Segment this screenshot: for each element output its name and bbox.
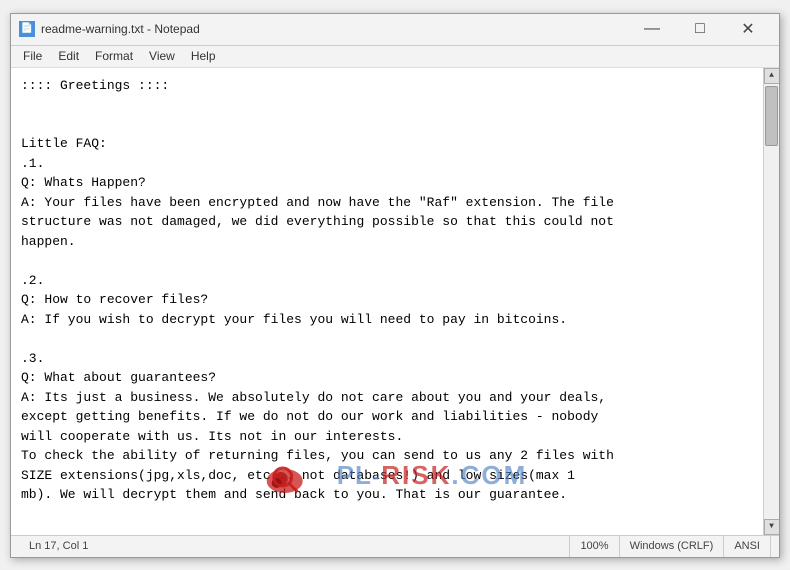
notepad-window: 📄 readme-warning.txt - Notepad — □ ✕ Fil… — [10, 13, 780, 558]
window-controls: — □ ✕ — [629, 14, 771, 44]
line-endings: Windows (CRLF) — [620, 536, 725, 557]
menu-format[interactable]: Format — [87, 47, 141, 65]
menu-edit[interactable]: Edit — [50, 47, 87, 65]
menu-file[interactable]: File — [15, 47, 50, 65]
status-bar: Ln 17, Col 1 100% Windows (CRLF) ANSI — [11, 535, 779, 557]
scroll-track[interactable] — [764, 84, 779, 519]
minimize-button[interactable]: — — [629, 14, 675, 44]
menu-help[interactable]: Help — [183, 47, 224, 65]
close-button[interactable]: ✕ — [725, 14, 771, 44]
cursor-position: Ln 17, Col 1 — [19, 536, 570, 557]
content-area: :::: Greetings :::: Little FAQ: .1. Q: W… — [11, 68, 779, 535]
maximize-button[interactable]: □ — [677, 14, 723, 44]
window-title: readme-warning.txt - Notepad — [41, 22, 629, 36]
scroll-thumb[interactable] — [765, 86, 778, 146]
scroll-down-button[interactable]: ▼ — [764, 519, 780, 535]
encoding: ANSI — [724, 536, 771, 557]
text-editor[interactable]: :::: Greetings :::: Little FAQ: .1. Q: W… — [11, 68, 763, 535]
menu-view[interactable]: View — [141, 47, 183, 65]
title-bar: 📄 readme-warning.txt - Notepad — □ ✕ — [11, 14, 779, 46]
scroll-up-button[interactable]: ▲ — [764, 68, 780, 84]
zoom-level: 100% — [570, 536, 619, 557]
app-icon: 📄 — [19, 21, 35, 37]
menu-bar: File Edit Format View Help — [11, 46, 779, 68]
vertical-scrollbar[interactable]: ▲ ▼ — [763, 68, 779, 535]
